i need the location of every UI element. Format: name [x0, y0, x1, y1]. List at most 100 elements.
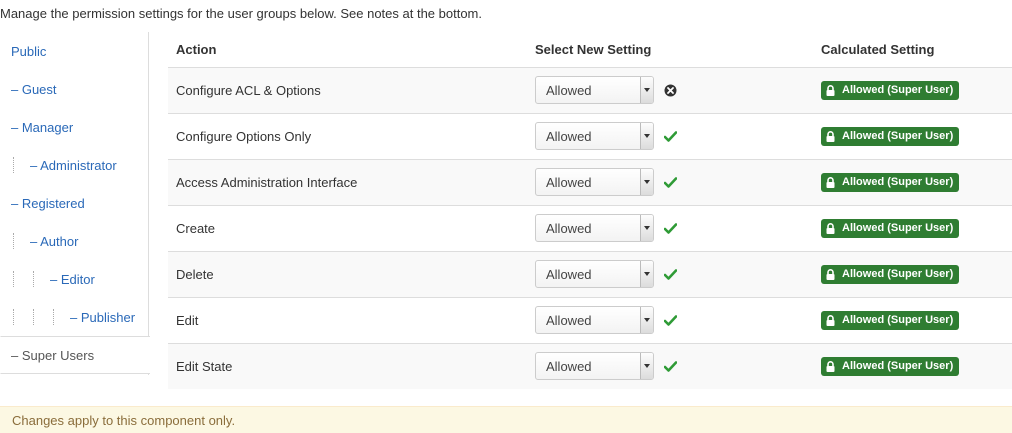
chevron-down-icon	[640, 307, 653, 333]
select-cell: Allowed	[527, 205, 813, 252]
tree-guide	[30, 271, 50, 287]
table-row: Edit Allowed Allowed (Super User)	[168, 297, 1012, 344]
calculated-badge: Allowed (Super User)	[821, 172, 960, 192]
setting-select[interactable]: Allowed	[535, 76, 654, 104]
tree-guide	[50, 309, 70, 325]
permissions-body: Configure ACL & Options Allowed Allowed (S…	[168, 67, 1012, 389]
setting-select-value: Allowed	[546, 312, 592, 328]
calculated-cell: Allowed (Super User)	[813, 205, 1012, 252]
notice-bar: Changes apply to this component only.	[0, 406, 1012, 433]
sidebar-item-label: Public	[11, 43, 47, 59]
action-label: Delete	[176, 266, 214, 282]
chevron-down-icon	[640, 261, 653, 287]
calculated-badge: Allowed (Super User)	[821, 80, 960, 100]
setting-select[interactable]: Allowed	[535, 260, 654, 288]
lock-icon	[826, 222, 835, 234]
sidebar-item-label: – Manager	[11, 119, 74, 135]
setting-select[interactable]: Allowed	[535, 122, 654, 150]
sidebar-item-publisher[interactable]: – Publisher	[0, 298, 149, 336]
check-icon	[663, 129, 677, 143]
chevron-down-icon	[640, 123, 653, 149]
sidebar-item-label: – Administrator	[30, 157, 117, 173]
setting-select[interactable]: Allowed	[535, 214, 654, 242]
calculated-label: Allowed (Super User)	[842, 360, 954, 373]
sidebar-item-label: – Editor	[50, 271, 95, 287]
calculated-badge: Allowed (Super User)	[821, 264, 960, 284]
calculated-cell: Allowed (Super User)	[813, 113, 1012, 160]
action-label: Edit State	[176, 358, 233, 374]
lock-icon	[826, 84, 835, 96]
action-cell: Configure Options Only	[168, 113, 527, 160]
lock-icon	[826, 176, 835, 188]
calculated-badge: Allowed (Super User)	[821, 218, 960, 238]
calculated-label: Allowed (Super User)	[842, 268, 954, 280]
setting-select[interactable]: Allowed	[535, 168, 654, 196]
notice-text: Changes apply to this component only.	[12, 412, 236, 428]
sidebar-item-author[interactable]: – Author	[0, 222, 149, 260]
check-icon	[663, 221, 677, 235]
select-cell: Allowed	[527, 343, 813, 389]
select-cell: Allowed	[527, 159, 813, 206]
tree-guide	[10, 271, 30, 287]
calculated-cell: Allowed (Super User)	[813, 297, 1012, 344]
action-label: Edit	[176, 312, 199, 328]
sidebar-item-administrator[interactable]: – Administrator	[0, 146, 149, 184]
check-icon	[663, 175, 677, 189]
lock-icon	[826, 360, 835, 372]
calculated-label: Allowed (Super User)	[842, 84, 954, 96]
select-cell: Allowed	[527, 113, 813, 160]
sidebar-item-guest[interactable]: – Guest	[0, 70, 149, 108]
setting-select[interactable]: Allowed	[535, 306, 654, 334]
sidebar-item-editor[interactable]: – Editor	[0, 260, 149, 298]
calculated-label: Allowed (Super User)	[842, 130, 954, 142]
calculated-label: Allowed (Super User)	[842, 314, 954, 326]
select-cell: Allowed	[527, 297, 813, 344]
chevron-down-icon	[640, 353, 653, 380]
setting-select-value: Allowed	[546, 358, 592, 374]
column-header-select: Select New Setting	[527, 32, 813, 68]
table-row: Configure Options Only Allowed Allowed (Su…	[168, 113, 1012, 160]
setting-select[interactable]: Allowed	[535, 352, 654, 381]
sidebar-item-label: – Author	[30, 233, 79, 249]
column-header-action: Action	[168, 32, 527, 68]
select-cell: Allowed	[527, 251, 813, 298]
setting-select-value: Allowed	[546, 128, 592, 144]
action-label: Create	[176, 220, 216, 236]
calculated-cell: Allowed (Super User)	[813, 159, 1012, 206]
check-icon	[663, 313, 677, 327]
action-cell: Delete	[168, 251, 527, 298]
chevron-down-icon	[640, 169, 653, 195]
setting-select-value: Allowed	[546, 174, 592, 190]
sidebar-item-label: – Guest	[11, 81, 57, 97]
sidebar-item-public[interactable]: Public	[0, 32, 149, 70]
calculated-cell: Allowed (Super User)	[813, 343, 1012, 389]
action-cell: Edit	[168, 297, 527, 344]
setting-select-value: Allowed	[546, 220, 592, 236]
table-row: Create Allowed Allowed (Super User)	[168, 205, 1012, 252]
tree-guide	[10, 309, 30, 325]
sidebar-item-manager[interactable]: – Manager	[0, 108, 149, 146]
calculated-badge: Allowed (Super User)	[821, 356, 960, 376]
calculated-label: Allowed (Super User)	[842, 222, 954, 234]
lock-icon	[826, 268, 835, 280]
action-label: Configure ACL & Options	[176, 82, 321, 98]
calculated-cell: Allowed (Super User)	[813, 67, 1012, 114]
select-cell: Allowed	[527, 67, 813, 114]
intro-text: Manage the permission settings for the u…	[0, 6, 483, 21]
action-cell: Edit State	[168, 343, 527, 389]
table-row: Edit State Allowed Allowed (Super User)	[168, 343, 1012, 389]
tree-guide	[30, 309, 50, 325]
action-cell: Access Administration Interface	[168, 159, 527, 206]
table-header-row: Action Select New Setting Calculated Set…	[168, 32, 1012, 68]
column-header-calculated: Calculated Setting	[813, 32, 1012, 68]
lock-icon	[826, 314, 835, 326]
sidebar-item-registered[interactable]: – Registered	[0, 184, 149, 222]
calculated-badge: Allowed (Super User)	[821, 310, 960, 330]
setting-select-value: Allowed	[546, 266, 592, 282]
table-row: Delete Allowed Allowed (Super User)	[168, 251, 1012, 298]
action-cell: Configure ACL & Options	[168, 67, 527, 114]
group-sidebar: Public – Guest – Manager – Administrator…	[0, 32, 150, 375]
sidebar-item-super-users[interactable]: – Super Users	[0, 336, 150, 374]
calculated-cell: Allowed (Super User)	[813, 251, 1012, 298]
chevron-down-icon	[640, 215, 653, 241]
